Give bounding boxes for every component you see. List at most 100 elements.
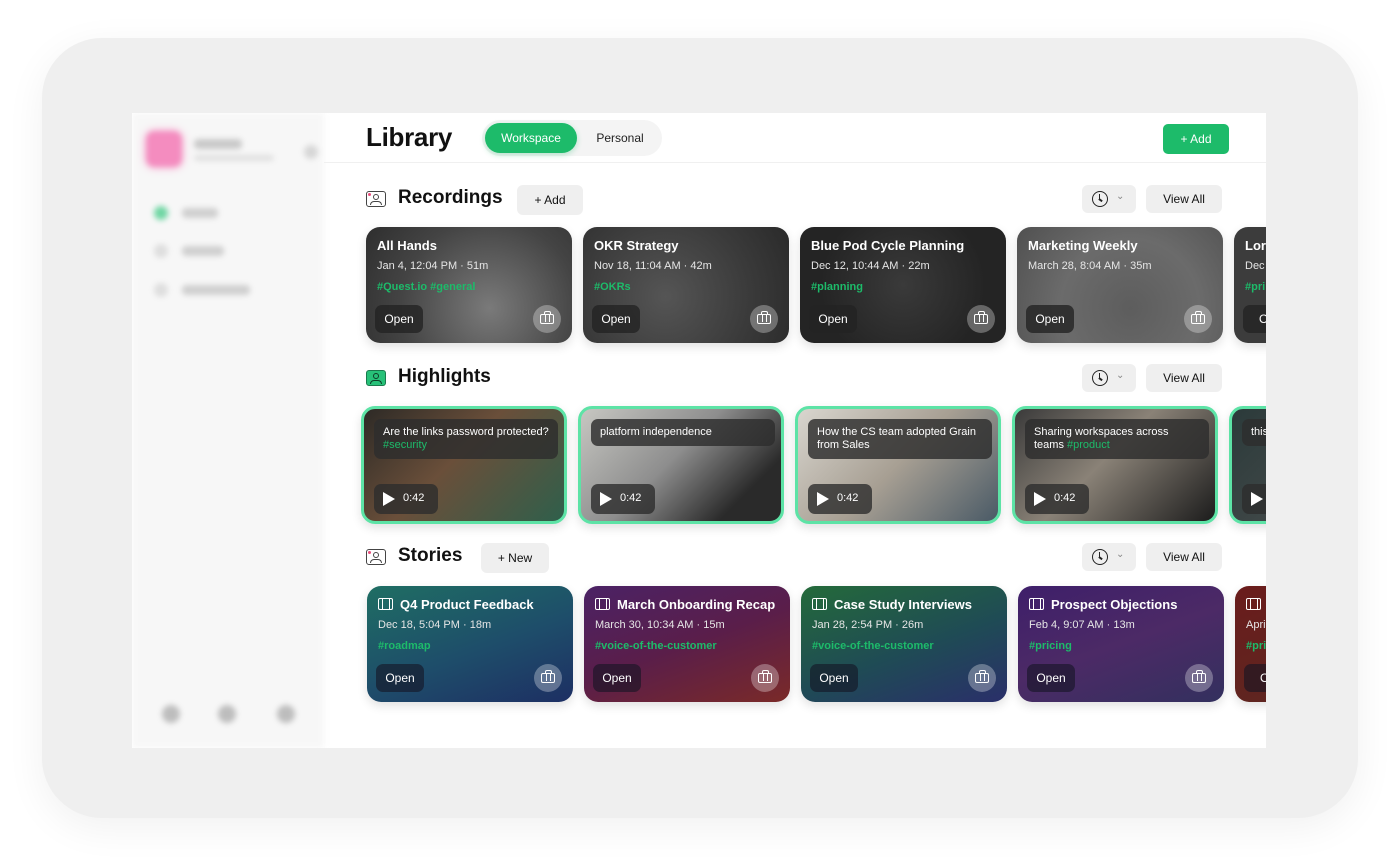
play-button[interactable] bbox=[1242, 484, 1266, 514]
story-card[interactable]: Prospect Objections Feb 4, 9:07 AM · 13m… bbox=[1018, 586, 1224, 702]
highlight-card[interactable]: Are the links password protected? #secur… bbox=[361, 406, 567, 524]
recording-tags[interactable]: #Quest.io #general bbox=[377, 281, 475, 293]
film-icon bbox=[1029, 597, 1044, 610]
open-button[interactable]: Open bbox=[376, 664, 424, 692]
briefcase-button[interactable] bbox=[967, 305, 995, 333]
stories-sort-button[interactable]: ⌄ bbox=[1082, 543, 1136, 571]
highlights-view-all-button[interactable]: View All bbox=[1146, 364, 1222, 392]
highlight-card[interactable]: Sharing workspaces across teams #product… bbox=[1012, 406, 1218, 524]
briefcase-button[interactable] bbox=[968, 664, 996, 692]
highlights-sort-button[interactable]: ⌄ bbox=[1082, 364, 1136, 392]
story-tags[interactable]: #roadmap bbox=[378, 640, 431, 652]
highlight-caption: Sharing workspaces across teams #product bbox=[1025, 419, 1209, 459]
workspace-avatar[interactable] bbox=[146, 131, 182, 167]
story-card[interactable]: Q4 Product Feedback Dec 18, 5:04 PM · 18… bbox=[367, 586, 573, 702]
highlight-duration: 0:42 bbox=[403, 492, 425, 504]
briefcase-icon bbox=[1192, 670, 1206, 683]
story-title: Prospect Objections bbox=[1029, 597, 1177, 612]
recording-tags[interactable]: #OKRs bbox=[594, 281, 631, 293]
recording-title: Lore bbox=[1245, 238, 1266, 253]
briefcase-button[interactable] bbox=[750, 305, 778, 333]
highlights-row: Are the links password protected? #secur… bbox=[361, 406, 1266, 524]
play-icon bbox=[817, 492, 829, 506]
briefcase-icon bbox=[540, 311, 554, 324]
open-button[interactable]: Op bbox=[1244, 664, 1266, 692]
briefcase-button[interactable] bbox=[1185, 664, 1213, 692]
new-story-button[interactable]: + New bbox=[481, 543, 549, 573]
recordings-icon bbox=[366, 191, 386, 207]
story-tags[interactable]: #pricing bbox=[1029, 640, 1072, 652]
recordings-sort-button[interactable]: ⌄ bbox=[1082, 185, 1136, 213]
clock-icon bbox=[1092, 549, 1108, 565]
story-meta: Dec 18, 5:04 PM · 18m bbox=[378, 619, 492, 631]
page-title: Library bbox=[366, 122, 453, 152]
open-button[interactable]: Open bbox=[593, 664, 641, 692]
story-title bbox=[1246, 597, 1266, 612]
film-icon bbox=[812, 597, 827, 610]
stories-view-all-button[interactable]: View All bbox=[1146, 543, 1222, 571]
recording-card[interactable]: Lore Dec #pri Op bbox=[1234, 227, 1266, 343]
sidebar-footer-icon-2[interactable] bbox=[218, 705, 236, 723]
recordings-row: All Hands Jan 4, 12:04 PM · 51m #Quest.i… bbox=[366, 227, 1266, 345]
sidebar-item-label bbox=[182, 208, 218, 218]
add-button[interactable]: + Add bbox=[1163, 124, 1229, 154]
briefcase-button[interactable] bbox=[1184, 305, 1212, 333]
play-button[interactable]: 0:42 bbox=[808, 484, 872, 514]
highlight-tag[interactable]: #security bbox=[383, 439, 427, 451]
recordings-view-all-button[interactable]: View All bbox=[1146, 185, 1222, 213]
highlight-duration: 0:42 bbox=[1054, 492, 1076, 504]
add-recording-button[interactable]: + Add bbox=[517, 185, 583, 215]
film-icon bbox=[378, 597, 393, 610]
stories-header: Stories + New ⌄ View All bbox=[366, 543, 1226, 573]
tab-workspace[interactable]: Workspace bbox=[485, 123, 577, 153]
open-button[interactable]: Op bbox=[1243, 305, 1266, 333]
open-button[interactable]: Open bbox=[810, 664, 858, 692]
briefcase-icon bbox=[541, 670, 555, 683]
highlight-card[interactable]: How the CS team adopted Grain from Sales… bbox=[795, 406, 1001, 524]
recording-meta: March 28, 8:04 AM · 35m bbox=[1028, 260, 1152, 272]
briefcase-icon bbox=[1191, 311, 1205, 324]
briefcase-button[interactable] bbox=[533, 305, 561, 333]
recording-card[interactable]: Blue Pod Cycle Planning Dec 12, 10:44 AM… bbox=[800, 227, 1006, 343]
open-button[interactable]: Open bbox=[1027, 664, 1075, 692]
clock-icon bbox=[1092, 370, 1108, 386]
recording-card[interactable]: All Hands Jan 4, 12:04 PM · 51m #Quest.i… bbox=[366, 227, 572, 343]
highlight-caption: How the CS team adopted Grain from Sales bbox=[808, 419, 992, 459]
story-card[interactable]: March Onboarding Recap March 30, 10:34 A… bbox=[584, 586, 790, 702]
highlights-header: Highlights ⌄ View All bbox=[366, 364, 1226, 394]
scope-toggle: Workspace Personal bbox=[482, 120, 662, 156]
open-button[interactable]: Open bbox=[809, 305, 857, 333]
story-card[interactable]: Case Study Interviews Jan 28, 2:54 PM · … bbox=[801, 586, 1007, 702]
recording-tags[interactable]: #pri bbox=[1245, 281, 1265, 293]
app-window: Library Workspace Personal + Add Recordi… bbox=[132, 113, 1266, 748]
workspace-subtitle bbox=[194, 155, 274, 161]
recording-card[interactable]: Marketing Weekly March 28, 8:04 AM · 35m… bbox=[1017, 227, 1223, 343]
story-title: Q4 Product Feedback bbox=[378, 597, 534, 612]
play-button[interactable]: 0:42 bbox=[1025, 484, 1089, 514]
open-button[interactable]: Open bbox=[375, 305, 423, 333]
highlight-card[interactable]: this with #ta bbox=[1229, 406, 1266, 524]
story-tags[interactable]: #pri bbox=[1246, 640, 1266, 652]
briefcase-button[interactable] bbox=[534, 664, 562, 692]
sidebar-item-icon bbox=[154, 206, 168, 220]
open-button[interactable]: Open bbox=[592, 305, 640, 333]
recording-tags[interactable]: #planning bbox=[811, 281, 863, 293]
briefcase-button[interactable] bbox=[751, 664, 779, 692]
highlight-card[interactable]: platform independence 0:42 bbox=[578, 406, 784, 524]
story-tags[interactable]: #voice-of-the-customer bbox=[812, 640, 934, 652]
tab-personal[interactable]: Personal bbox=[580, 123, 660, 153]
highlights-title: Highlights bbox=[398, 366, 491, 387]
highlight-tag[interactable]: #product bbox=[1067, 439, 1110, 451]
play-button[interactable]: 0:42 bbox=[374, 484, 438, 514]
play-button[interactable]: 0:42 bbox=[591, 484, 655, 514]
story-meta: Feb 4, 9:07 AM · 13m bbox=[1029, 619, 1135, 631]
recording-card[interactable]: OKR Strategy Nov 18, 11:04 AM · 42m #OKR… bbox=[583, 227, 789, 343]
open-button[interactable]: Open bbox=[1026, 305, 1074, 333]
sidebar-footer-icon-1[interactable] bbox=[162, 705, 180, 723]
story-tags[interactable]: #voice-of-the-customer bbox=[595, 640, 717, 652]
workspace-name bbox=[194, 139, 242, 149]
collapse-sidebar-icon[interactable] bbox=[304, 145, 318, 159]
chevron-down-icon: ⌄ bbox=[1116, 370, 1125, 381]
story-card[interactable]: Apri #pri Op bbox=[1235, 586, 1266, 702]
sidebar-footer-icon-3[interactable] bbox=[277, 705, 295, 723]
